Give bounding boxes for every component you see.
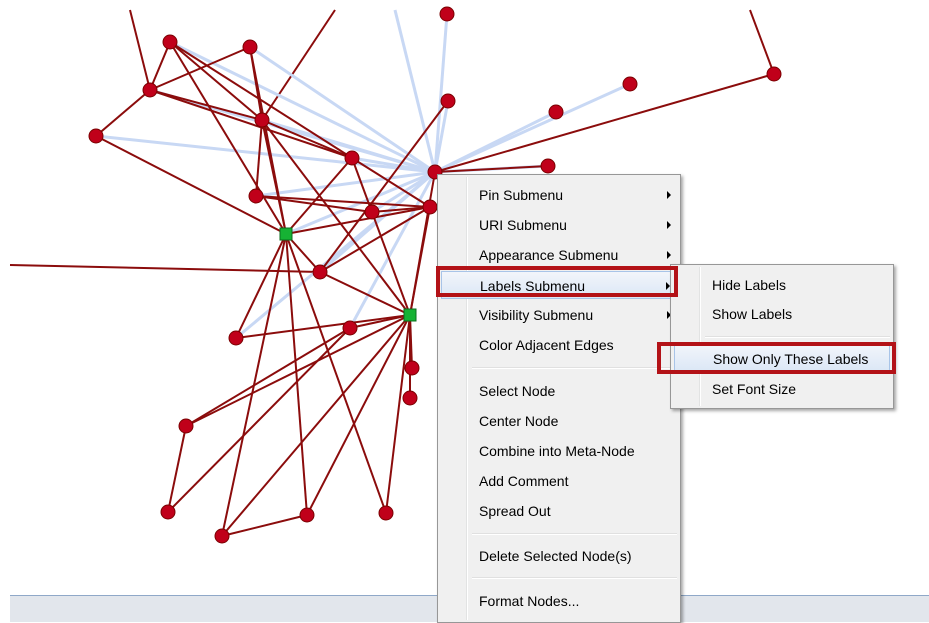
graph-edge <box>385 314 411 514</box>
graph-edge <box>434 73 775 173</box>
meta-node[interactable] <box>279 227 293 241</box>
graph-node[interactable] <box>162 34 178 50</box>
submenu-item-set-font-size[interactable]: Set Font Size <box>674 375 890 403</box>
submenu-item-hide-labels[interactable]: Hide Labels <box>674 271 890 299</box>
graph-edge <box>185 314 411 427</box>
graph-edge <box>95 89 151 137</box>
menu-item-appearance-submenu[interactable]: Appearance Submenu <box>441 241 677 269</box>
menu-item-label: Hide Labels <box>712 277 786 293</box>
menu-item-combine-into-meta-node[interactable]: Combine into Meta-Node <box>441 437 677 465</box>
menu-item-pin-submenu[interactable]: Pin Submenu <box>441 181 677 209</box>
menu-item-label: Appearance Submenu <box>479 247 619 263</box>
menu-item-label: Delete Selected Node(s) <box>479 548 632 564</box>
labels-submenu-callout <box>436 266 678 297</box>
graph-node[interactable] <box>142 82 158 98</box>
graph-node[interactable] <box>404 360 420 376</box>
menu-separator <box>472 533 677 535</box>
menu-item-add-comment[interactable]: Add Comment <box>441 467 677 495</box>
graph-node[interactable] <box>402 390 418 406</box>
graph-node[interactable] <box>160 504 176 520</box>
menu-separator <box>705 336 890 338</box>
graph-edge <box>255 119 263 197</box>
graph-edge <box>149 89 353 159</box>
menu-item-label: URI Submenu <box>479 217 567 233</box>
menu-item-label: Combine into Meta-Node <box>479 443 635 459</box>
graph-node[interactable] <box>378 505 394 521</box>
menu-item-label: Format Nodes... <box>479 593 580 609</box>
show-only-these-labels-callout <box>657 342 896 374</box>
menu-item-select-node[interactable]: Select Node <box>441 377 677 405</box>
menu-item-label: Select Node <box>479 383 556 399</box>
menu-item-uri-submenu[interactable]: URI Submenu <box>441 211 677 239</box>
meta-node[interactable] <box>403 308 417 322</box>
graph-node[interactable] <box>439 6 455 22</box>
graph-node[interactable] <box>766 66 782 82</box>
menu-item-label: Spread Out <box>479 503 551 519</box>
menu-item-label: Set Font Size <box>712 381 797 397</box>
graph-node[interactable] <box>422 199 438 215</box>
graph-node[interactable] <box>548 104 564 120</box>
labels-submenu: Hide Labels Show Labels Show Only These … <box>670 264 894 409</box>
graph-node[interactable] <box>178 418 194 434</box>
graph-node[interactable] <box>214 528 230 544</box>
graph-edge <box>9 264 321 273</box>
graph-node[interactable] <box>364 204 380 220</box>
graph-edge <box>235 233 287 339</box>
graph-edge <box>433 13 449 173</box>
submenu-arrow-icon <box>667 251 671 259</box>
menu-item-label: Show Labels <box>712 306 793 322</box>
menu-item-color-adjacent-edges[interactable]: Color Adjacent Edges <box>441 331 677 359</box>
graph-node[interactable] <box>242 39 258 55</box>
menu-item-delete-selected-nodes[interactable]: Delete Selected Node(s) <box>441 542 677 570</box>
menu-item-label: Center Node <box>479 413 559 429</box>
menu-item-format-nodes[interactable]: Format Nodes... <box>441 587 677 615</box>
menu-item-spread-out[interactable]: Spread Out <box>441 497 677 525</box>
graph-node[interactable] <box>540 158 556 174</box>
menu-separator <box>472 367 677 369</box>
graph-node[interactable] <box>88 128 104 144</box>
submenu-arrow-icon <box>667 191 671 199</box>
submenu-item-show-labels[interactable]: Show Labels <box>674 300 890 328</box>
node-context-menu: Pin Submenu URI Submenu Appearance Subme… <box>437 174 681 623</box>
graph-node[interactable] <box>299 507 315 523</box>
menu-item-label: Add Comment <box>479 473 569 489</box>
graph-edge <box>434 82 631 174</box>
menu-item-visibility-submenu[interactable]: Visibility Submenu <box>441 301 677 329</box>
graph-edge <box>221 514 308 537</box>
graph-edge <box>167 425 187 513</box>
graph-node[interactable] <box>248 188 264 204</box>
graph-node[interactable] <box>344 150 360 166</box>
graph-edge <box>749 9 775 75</box>
graph-edge <box>129 9 151 91</box>
graph-edge <box>285 233 387 514</box>
graph-node[interactable] <box>622 76 638 92</box>
submenu-arrow-icon <box>667 221 671 229</box>
menu-item-label: Color Adjacent Edges <box>479 337 614 353</box>
menu-item-label: Visibility Submenu <box>479 307 594 323</box>
graph-node[interactable] <box>342 320 358 336</box>
graph-node[interactable] <box>440 93 456 109</box>
graph-node[interactable] <box>228 330 244 346</box>
graph-node[interactable] <box>312 264 328 280</box>
menu-item-center-node[interactable]: Center Node <box>441 407 677 435</box>
menu-item-label: Pin Submenu <box>479 187 564 203</box>
menu-separator <box>472 577 677 579</box>
graph-node[interactable] <box>254 112 270 128</box>
